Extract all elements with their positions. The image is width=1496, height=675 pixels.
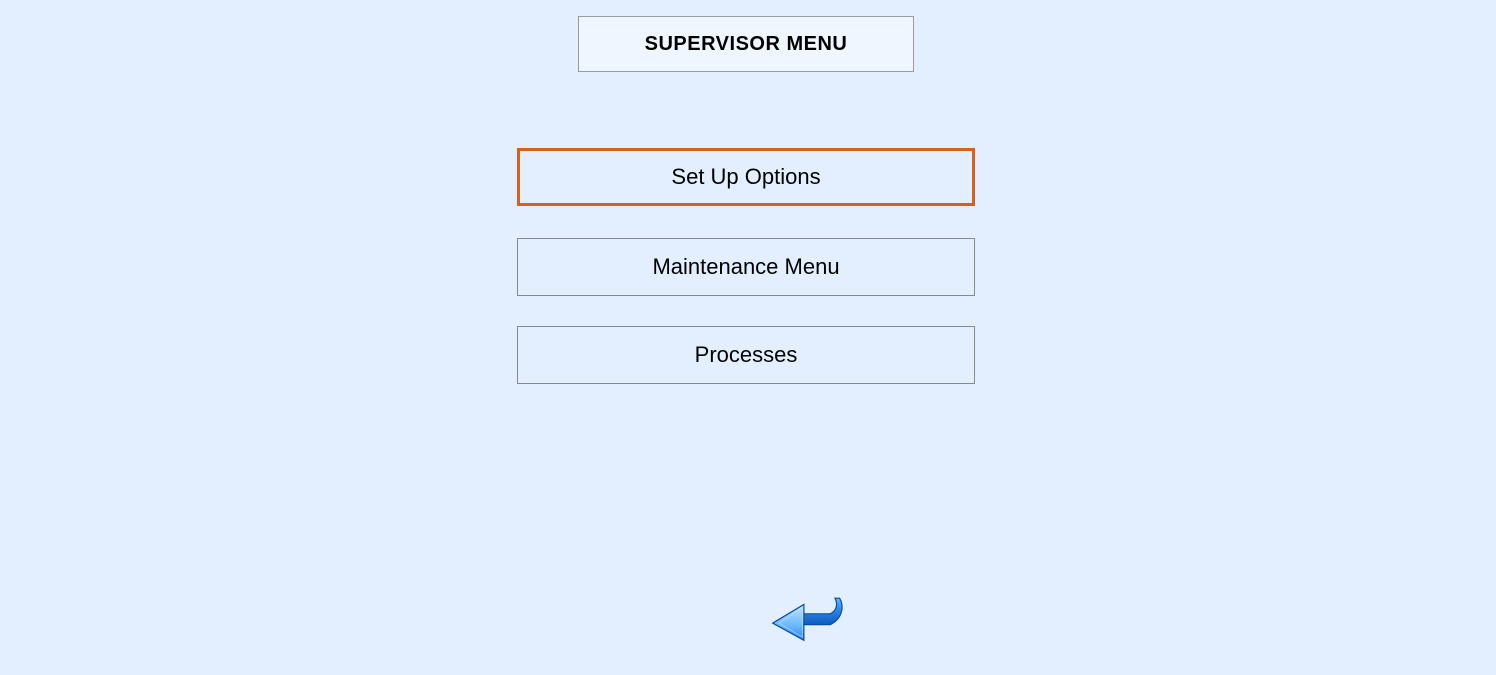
back-button[interactable] xyxy=(768,592,846,648)
menu-title-text: SUPERVISOR MENU xyxy=(645,33,848,56)
menu-title: SUPERVISOR MENU xyxy=(578,16,914,72)
back-arrow-icon xyxy=(768,592,846,648)
setup-options-button[interactable]: Set Up Options xyxy=(517,148,975,206)
processes-button[interactable]: Processes xyxy=(517,326,975,384)
maintenance-menu-button[interactable]: Maintenance Menu xyxy=(517,238,975,296)
processes-label: Processes xyxy=(695,342,798,368)
maintenance-menu-label: Maintenance Menu xyxy=(652,254,839,280)
setup-options-label: Set Up Options xyxy=(671,164,820,190)
